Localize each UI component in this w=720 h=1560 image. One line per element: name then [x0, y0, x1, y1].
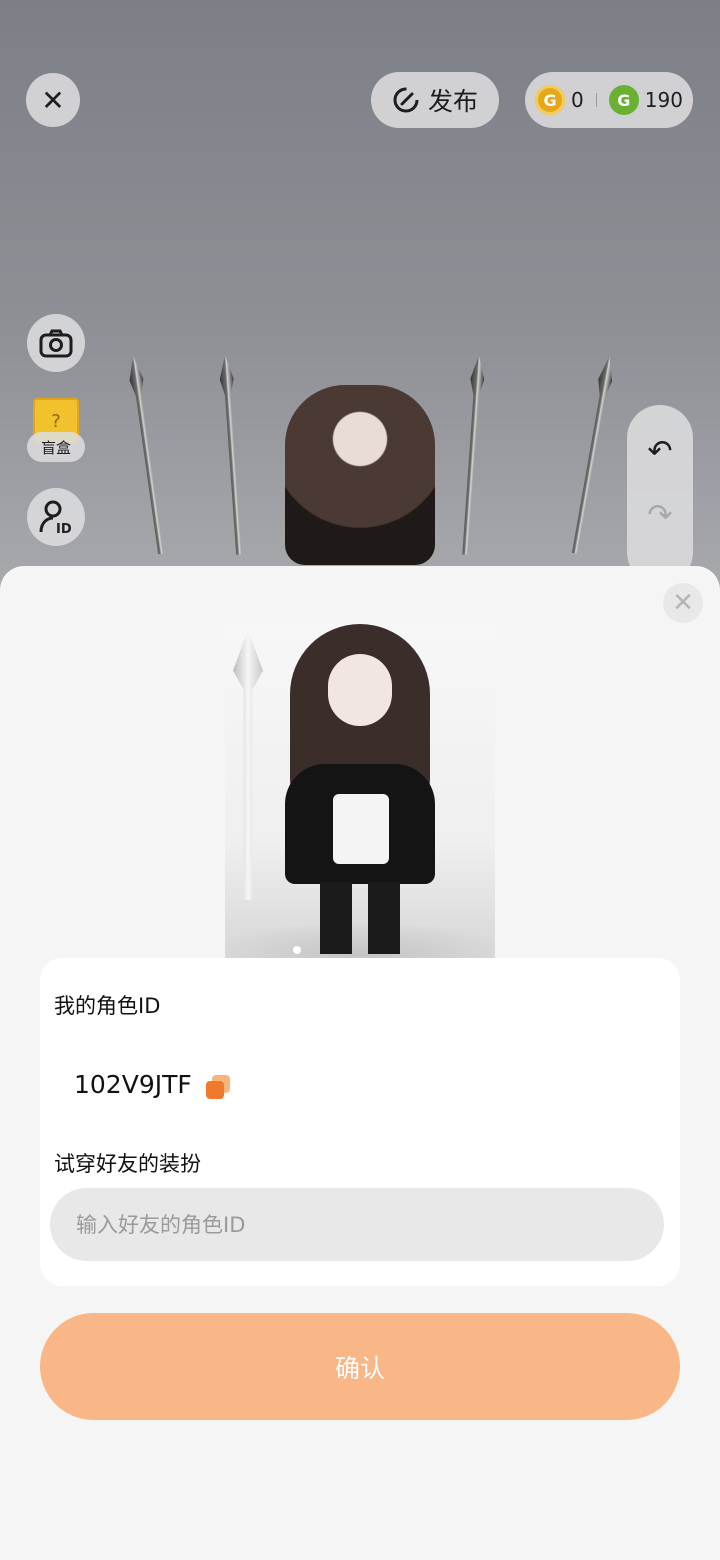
preview-legs: [320, 882, 400, 954]
close-button[interactable]: ✕: [26, 73, 80, 127]
blindbox-label: 盲盒: [27, 432, 85, 462]
publish-button[interactable]: 发布: [371, 72, 499, 128]
try-on-sheet: ✕ 我的角色ID 102V9JTF 试穿好友的装扮 确认: [0, 566, 720, 1560]
copy-icon-front: [206, 1081, 224, 1099]
friend-id-input[interactable]: [50, 1188, 664, 1261]
publish-icon: [393, 87, 419, 113]
close-icon: ✕: [41, 83, 65, 117]
scene-sword: [218, 355, 246, 555]
camera-button[interactable]: [27, 314, 85, 372]
blindbox-button[interactable]: ? 盲盒: [27, 398, 85, 466]
scene-sword: [458, 355, 486, 555]
svg-text:ID: ID: [56, 522, 72, 535]
copy-icon[interactable]: [206, 1075, 230, 1099]
my-id-value: 102V9JTF: [74, 1070, 192, 1099]
scene-sword: [568, 355, 617, 554]
preview-apron: [333, 794, 389, 864]
publish-label: 发布: [427, 87, 478, 116]
sheet-close-button[interactable]: ✕: [663, 583, 703, 623]
currency-balance[interactable]: G 0 G 190: [525, 72, 693, 128]
person-id-icon: ID: [39, 500, 72, 535]
preview-sword: [233, 630, 263, 900]
undo-icon: ↶: [647, 433, 673, 469]
my-id-label: 我的角色ID: [54, 994, 161, 1018]
page-indicator-dot: [293, 946, 301, 954]
confirm-button[interactable]: 确认: [40, 1313, 680, 1420]
gold-coin-icon: G: [535, 85, 566, 115]
camera-icon: [39, 329, 73, 358]
close-icon: ✕: [672, 588, 694, 618]
green-coin-icon: G: [608, 85, 639, 115]
avatar-figure: [285, 385, 435, 565]
redo-icon: ↷: [647, 497, 673, 533]
scene-sword: [126, 355, 168, 555]
gold-coin-count: 0: [571, 88, 584, 112]
try-on-label: 试穿好友的装扮: [54, 1152, 201, 1176]
avatar-preview: [225, 624, 495, 960]
history-panel: ↶ ↷: [627, 405, 693, 585]
preview-face: [328, 654, 392, 726]
green-coin-count: 190: [644, 88, 683, 112]
id-card: 我的角色ID 102V9JTF 试穿好友的装扮: [40, 958, 680, 1286]
character-id-button[interactable]: ID: [27, 488, 85, 546]
redo-button[interactable]: ↷: [627, 485, 693, 545]
undo-button[interactable]: ↶: [627, 421, 693, 481]
divider: [595, 93, 597, 107]
